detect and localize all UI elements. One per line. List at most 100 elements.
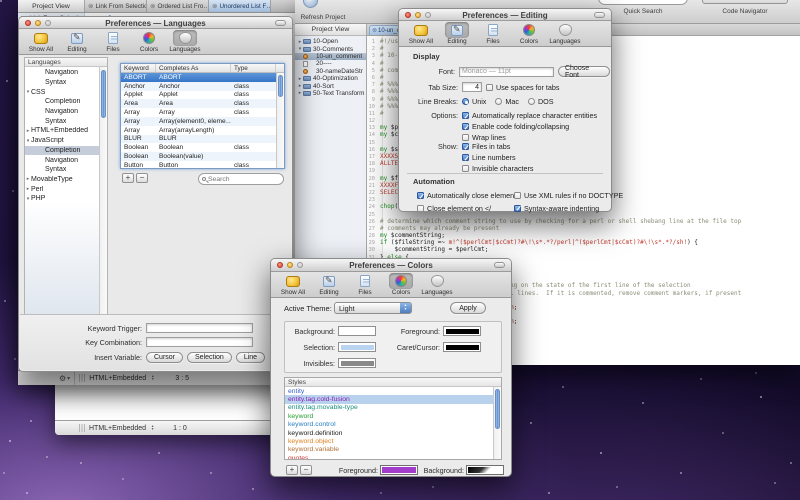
language-list-item[interactable]: PHP	[25, 194, 107, 204]
line-break-radio[interactable]: Mac	[495, 97, 519, 106]
file-tree-item[interactable]: 30-Comments	[295, 45, 366, 52]
scrollbar[interactable]	[493, 387, 501, 459]
toolbar-toggle-button[interactable]	[494, 262, 505, 268]
insert-variable-button[interactable]: Cursor	[146, 352, 183, 363]
document-tab[interactable]: Ordered List Fro…	[147, 0, 209, 12]
prefs-toolbar-item[interactable]: Colors	[385, 273, 417, 296]
language-list-item[interactable]: Completion	[25, 97, 107, 107]
splitter-grip-icon[interactable]	[79, 374, 85, 382]
language-list-item[interactable]: Navigation	[25, 68, 107, 78]
search-input[interactable]	[208, 176, 280, 183]
language-list-item[interactable]: Syntax	[25, 165, 107, 175]
prefs-toolbar-item[interactable]: Editing	[61, 30, 93, 53]
column-header[interactable]: Keyword	[121, 64, 156, 72]
prefs-toolbar-item[interactable]: Colors	[513, 22, 545, 45]
language-list-item[interactable]: CSS	[25, 87, 107, 97]
style-list-item[interactable]: keyword.control	[285, 421, 501, 429]
table-row[interactable]: Area Area class	[121, 99, 284, 108]
language-popup[interactable]: HTML+Embedded	[89, 375, 146, 382]
toolbar-toggle-button[interactable]	[594, 12, 605, 18]
show-checkbox[interactable]: Line numbers	[462, 153, 534, 162]
language-list-item[interactable]: Navigation	[25, 107, 107, 117]
use-spaces-checkbox[interactable]: Use spaces for tabs	[486, 83, 560, 92]
style-background-swatch[interactable]	[466, 465, 504, 475]
file-tree-item[interactable]: 40-Optimization	[295, 75, 366, 82]
prefs-toolbar-item[interactable]: Colors	[133, 30, 165, 53]
language-list-item[interactable]: Syntax	[25, 116, 107, 126]
automation-checkbox[interactable]: Automatically close elements	[417, 191, 514, 200]
form-input[interactable]	[146, 323, 253, 333]
prefs-toolbar-item[interactable]: Languages	[421, 273, 453, 296]
title-bar[interactable]: Preferences — Languages	[19, 17, 292, 29]
form-input[interactable]	[146, 337, 253, 347]
scroll-thumb[interactable]	[278, 75, 283, 97]
style-list-item[interactable]: keyword.variable	[285, 446, 501, 454]
prefs-toolbar-item[interactable]: Languages	[549, 22, 581, 45]
tab-size-field[interactable]	[462, 82, 482, 92]
apply-button[interactable]: Apply	[450, 302, 486, 314]
add-keyword-button[interactable]: +	[122, 173, 134, 183]
style-list-item[interactable]: keyword.object	[285, 437, 501, 445]
table-row[interactable]: ABORT ABORT	[121, 73, 284, 82]
refresh-project-icon[interactable]	[303, 0, 318, 8]
column-header[interactable]: Type	[231, 64, 276, 72]
style-list-item[interactable]: quotes	[285, 454, 501, 459]
file-tree-item[interactable]: 10-Open	[295, 38, 366, 45]
file-tree-item[interactable]: 40-Sort	[295, 82, 366, 89]
style-list-item[interactable]: entity	[285, 387, 501, 395]
line-break-radio[interactable]: Unix	[462, 97, 486, 106]
title-bar[interactable]: Preferences — Editing	[399, 9, 611, 21]
style-list-item[interactable]: keyword.definition	[285, 429, 501, 437]
color-well[interactable]	[443, 326, 481, 336]
document-tab[interactable]: Link From Selection	[85, 0, 147, 12]
scrollbar[interactable]	[276, 73, 284, 168]
automation-checkbox[interactable]: Syntax-aware indenting	[514, 204, 623, 213]
table-row[interactable]: Boolean Boolean(value)	[121, 152, 284, 161]
prefs-toolbar-item[interactable]: Editing	[441, 22, 473, 45]
automation-checkbox[interactable]: Close element on </	[417, 204, 514, 213]
table-row[interactable]: Applet Applet class	[121, 91, 284, 100]
column-header[interactable]: Completes As	[156, 64, 231, 72]
prefs-toolbar-item[interactable]: Show All	[25, 30, 57, 53]
language-list-item[interactable]: HTML+Embedded	[25, 126, 107, 136]
option-checkbox[interactable]: Enable code folding/collapsing	[462, 122, 597, 131]
toolbar-toggle-button[interactable]	[275, 20, 286, 26]
show-checkbox[interactable]: Files in tabs	[462, 142, 534, 151]
prefs-toolbar-item[interactable]: Files	[477, 22, 509, 45]
table-row[interactable]: Array Array(element0, eleme…	[121, 117, 284, 126]
prefs-toolbar-item[interactable]: Languages	[169, 30, 201, 53]
insert-variable-button[interactable]: Line	[236, 352, 265, 363]
file-tree-item[interactable]: 30-nameDateStr	[295, 68, 366, 75]
line-break-radio[interactable]: DOS	[528, 97, 554, 106]
language-popup[interactable]: HTML+Embedded	[89, 425, 146, 432]
theme-popup[interactable]: Light ▲▼	[334, 302, 412, 314]
language-list-item[interactable]: Syntax	[25, 78, 107, 88]
remove-keyword-button[interactable]: −	[136, 173, 148, 183]
file-tree-item[interactable]: 20----	[295, 60, 366, 67]
prefs-toolbar-item[interactable]: Show All	[277, 273, 309, 296]
option-checkbox[interactable]: Automatically replace character entities	[462, 111, 597, 120]
remove-style-button[interactable]: −	[300, 465, 312, 475]
style-list-item[interactable]: entity.tag.movable-type	[285, 404, 501, 412]
scroll-thumb[interactable]	[101, 70, 106, 118]
choose-font-button[interactable]: Choose Font	[558, 66, 610, 77]
language-list-item[interactable]: Navigation	[25, 155, 107, 165]
scroll-thumb[interactable]	[495, 389, 500, 429]
splitter-grip-icon[interactable]	[79, 424, 85, 432]
prefs-toolbar-item[interactable]: Files	[349, 273, 381, 296]
font-field[interactable]	[459, 67, 554, 77]
language-list-item[interactable]: Perl	[25, 184, 107, 194]
table-row[interactable]: Anchor Anchor class	[121, 82, 284, 91]
style-foreground-swatch[interactable]	[380, 465, 418, 475]
color-well[interactable]	[338, 358, 376, 368]
language-list-item[interactable]: Completion	[25, 146, 107, 156]
automation-checkbox[interactable]: Use XML rules if no DOCTYPE	[514, 191, 623, 200]
file-tree-item[interactable]: 10-un_comment	[295, 53, 366, 60]
file-tree-item[interactable]: 50-Text Transform	[295, 90, 366, 97]
table-row[interactable]: Array Array class	[121, 108, 284, 117]
title-bar[interactable]: Preferences — Colors	[271, 259, 511, 272]
insert-variable-button[interactable]: Selection	[187, 352, 232, 363]
style-list-item[interactable]: keyword	[285, 412, 501, 420]
scrollbar[interactable]	[99, 67, 107, 316]
add-style-button[interactable]: +	[286, 465, 298, 475]
